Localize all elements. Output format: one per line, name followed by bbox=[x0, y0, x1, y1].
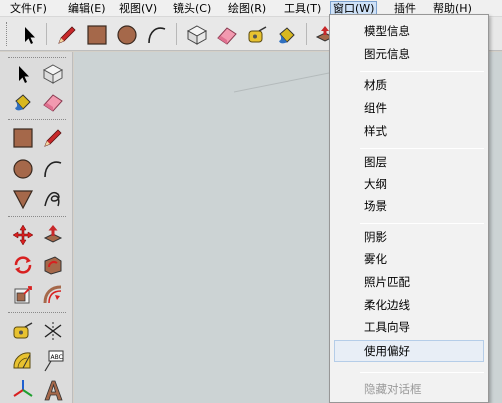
menu-separator bbox=[360, 148, 484, 149]
tape-measure-icon[interactable] bbox=[10, 318, 36, 344]
text-label-icon[interactable]: ABC bbox=[40, 348, 66, 374]
paint-bucket-icon[interactable] bbox=[10, 89, 36, 115]
menu-item-entity-info[interactable]: 图元信息 bbox=[334, 43, 484, 65]
menu-item-hide-dialogs: 隐藏对话框 bbox=[364, 382, 422, 396]
menu-separator bbox=[360, 372, 484, 373]
menu-file[interactable]: 文件(F) bbox=[8, 1, 49, 16]
menu-item-model-info[interactable]: 模型信息 bbox=[334, 20, 484, 42]
menu-item-outliner[interactable]: 大纲 bbox=[334, 173, 484, 195]
menu-item-materials[interactable]: 材质 bbox=[334, 74, 484, 96]
palette-grip[interactable] bbox=[8, 216, 66, 218]
palette-grip[interactable] bbox=[8, 312, 66, 314]
menu-item-preferences[interactable]: 使用偏好 bbox=[334, 340, 484, 362]
eraser-icon[interactable] bbox=[214, 22, 240, 48]
paint-bucket-icon[interactable] bbox=[274, 22, 300, 48]
rotate-icon[interactable] bbox=[10, 252, 36, 278]
follow-me-icon[interactable] bbox=[40, 252, 66, 278]
menu-item-soften-edges[interactable]: 柔化边线 bbox=[334, 294, 484, 316]
menu-item-scenes[interactable]: 场景 bbox=[334, 195, 484, 217]
offset-icon[interactable] bbox=[40, 282, 66, 308]
toolbar-grip[interactable] bbox=[6, 22, 9, 46]
circle-icon[interactable] bbox=[10, 156, 36, 182]
rectangle-icon[interactable] bbox=[84, 22, 110, 48]
push-pull-icon[interactable] bbox=[40, 222, 66, 248]
menu-edit[interactable]: 编辑(E) bbox=[66, 1, 108, 16]
palette-grip[interactable] bbox=[8, 119, 66, 121]
pencil-icon[interactable] bbox=[40, 125, 66, 151]
menu-camera[interactable]: 镜头(C) bbox=[171, 1, 213, 16]
toolbar-separator bbox=[46, 23, 47, 45]
tape-measure-icon[interactable] bbox=[244, 22, 270, 48]
menu-item-fog[interactable]: 雾化 bbox=[334, 248, 484, 270]
arc-icon[interactable] bbox=[40, 156, 66, 182]
protractor-icon[interactable] bbox=[10, 348, 36, 374]
rectangle-icon[interactable] bbox=[10, 125, 36, 151]
menu-tools[interactable]: 工具(T) bbox=[282, 1, 323, 16]
circle-icon[interactable] bbox=[114, 22, 140, 48]
axes-icon[interactable] bbox=[10, 377, 36, 403]
svg-text:ABC: ABC bbox=[51, 354, 63, 361]
menu-separator bbox=[360, 71, 484, 72]
select-arrow-icon[interactable] bbox=[10, 61, 36, 87]
menu-item-components[interactable]: 组件 bbox=[334, 97, 484, 119]
menu-view[interactable]: 视图(V) bbox=[117, 1, 159, 16]
menu-item-layers[interactable]: 图层 bbox=[334, 151, 484, 173]
menu-item-match-photo[interactable]: 照片匹配 bbox=[334, 271, 484, 293]
pencil-icon[interactable] bbox=[54, 22, 80, 48]
make-component-icon[interactable] bbox=[184, 22, 210, 48]
move-icon[interactable] bbox=[10, 222, 36, 248]
polygon-icon[interactable] bbox=[10, 186, 36, 212]
eraser-icon[interactable] bbox=[40, 89, 66, 115]
toolbar-separator bbox=[306, 23, 307, 45]
menu-item-instructor[interactable]: 工具向导 bbox=[334, 316, 484, 338]
dimension-icon[interactable] bbox=[40, 318, 66, 344]
toolbar-separator bbox=[176, 23, 177, 45]
tool-palette: ABC bbox=[0, 52, 73, 403]
make-component-icon[interactable] bbox=[40, 61, 66, 87]
menu-item-shadows[interactable]: 阴影 bbox=[334, 226, 484, 248]
arc-icon[interactable] bbox=[144, 22, 170, 48]
palette-grip[interactable] bbox=[8, 57, 66, 59]
freehand-icon[interactable] bbox=[40, 186, 66, 212]
menu-separator bbox=[360, 223, 484, 224]
window-menu-dropdown: 模型信息 图元信息 材质 组件 样式 图层 大纲 场景 阴影 雾化 照片匹配 柔… bbox=[329, 14, 489, 403]
menu-item-styles[interactable]: 样式 bbox=[334, 120, 484, 142]
scale-icon[interactable] bbox=[10, 282, 36, 308]
menu-draw[interactable]: 绘图(R) bbox=[226, 1, 268, 16]
3d-text-icon[interactable] bbox=[40, 377, 66, 403]
select-arrow-icon[interactable] bbox=[16, 22, 42, 48]
